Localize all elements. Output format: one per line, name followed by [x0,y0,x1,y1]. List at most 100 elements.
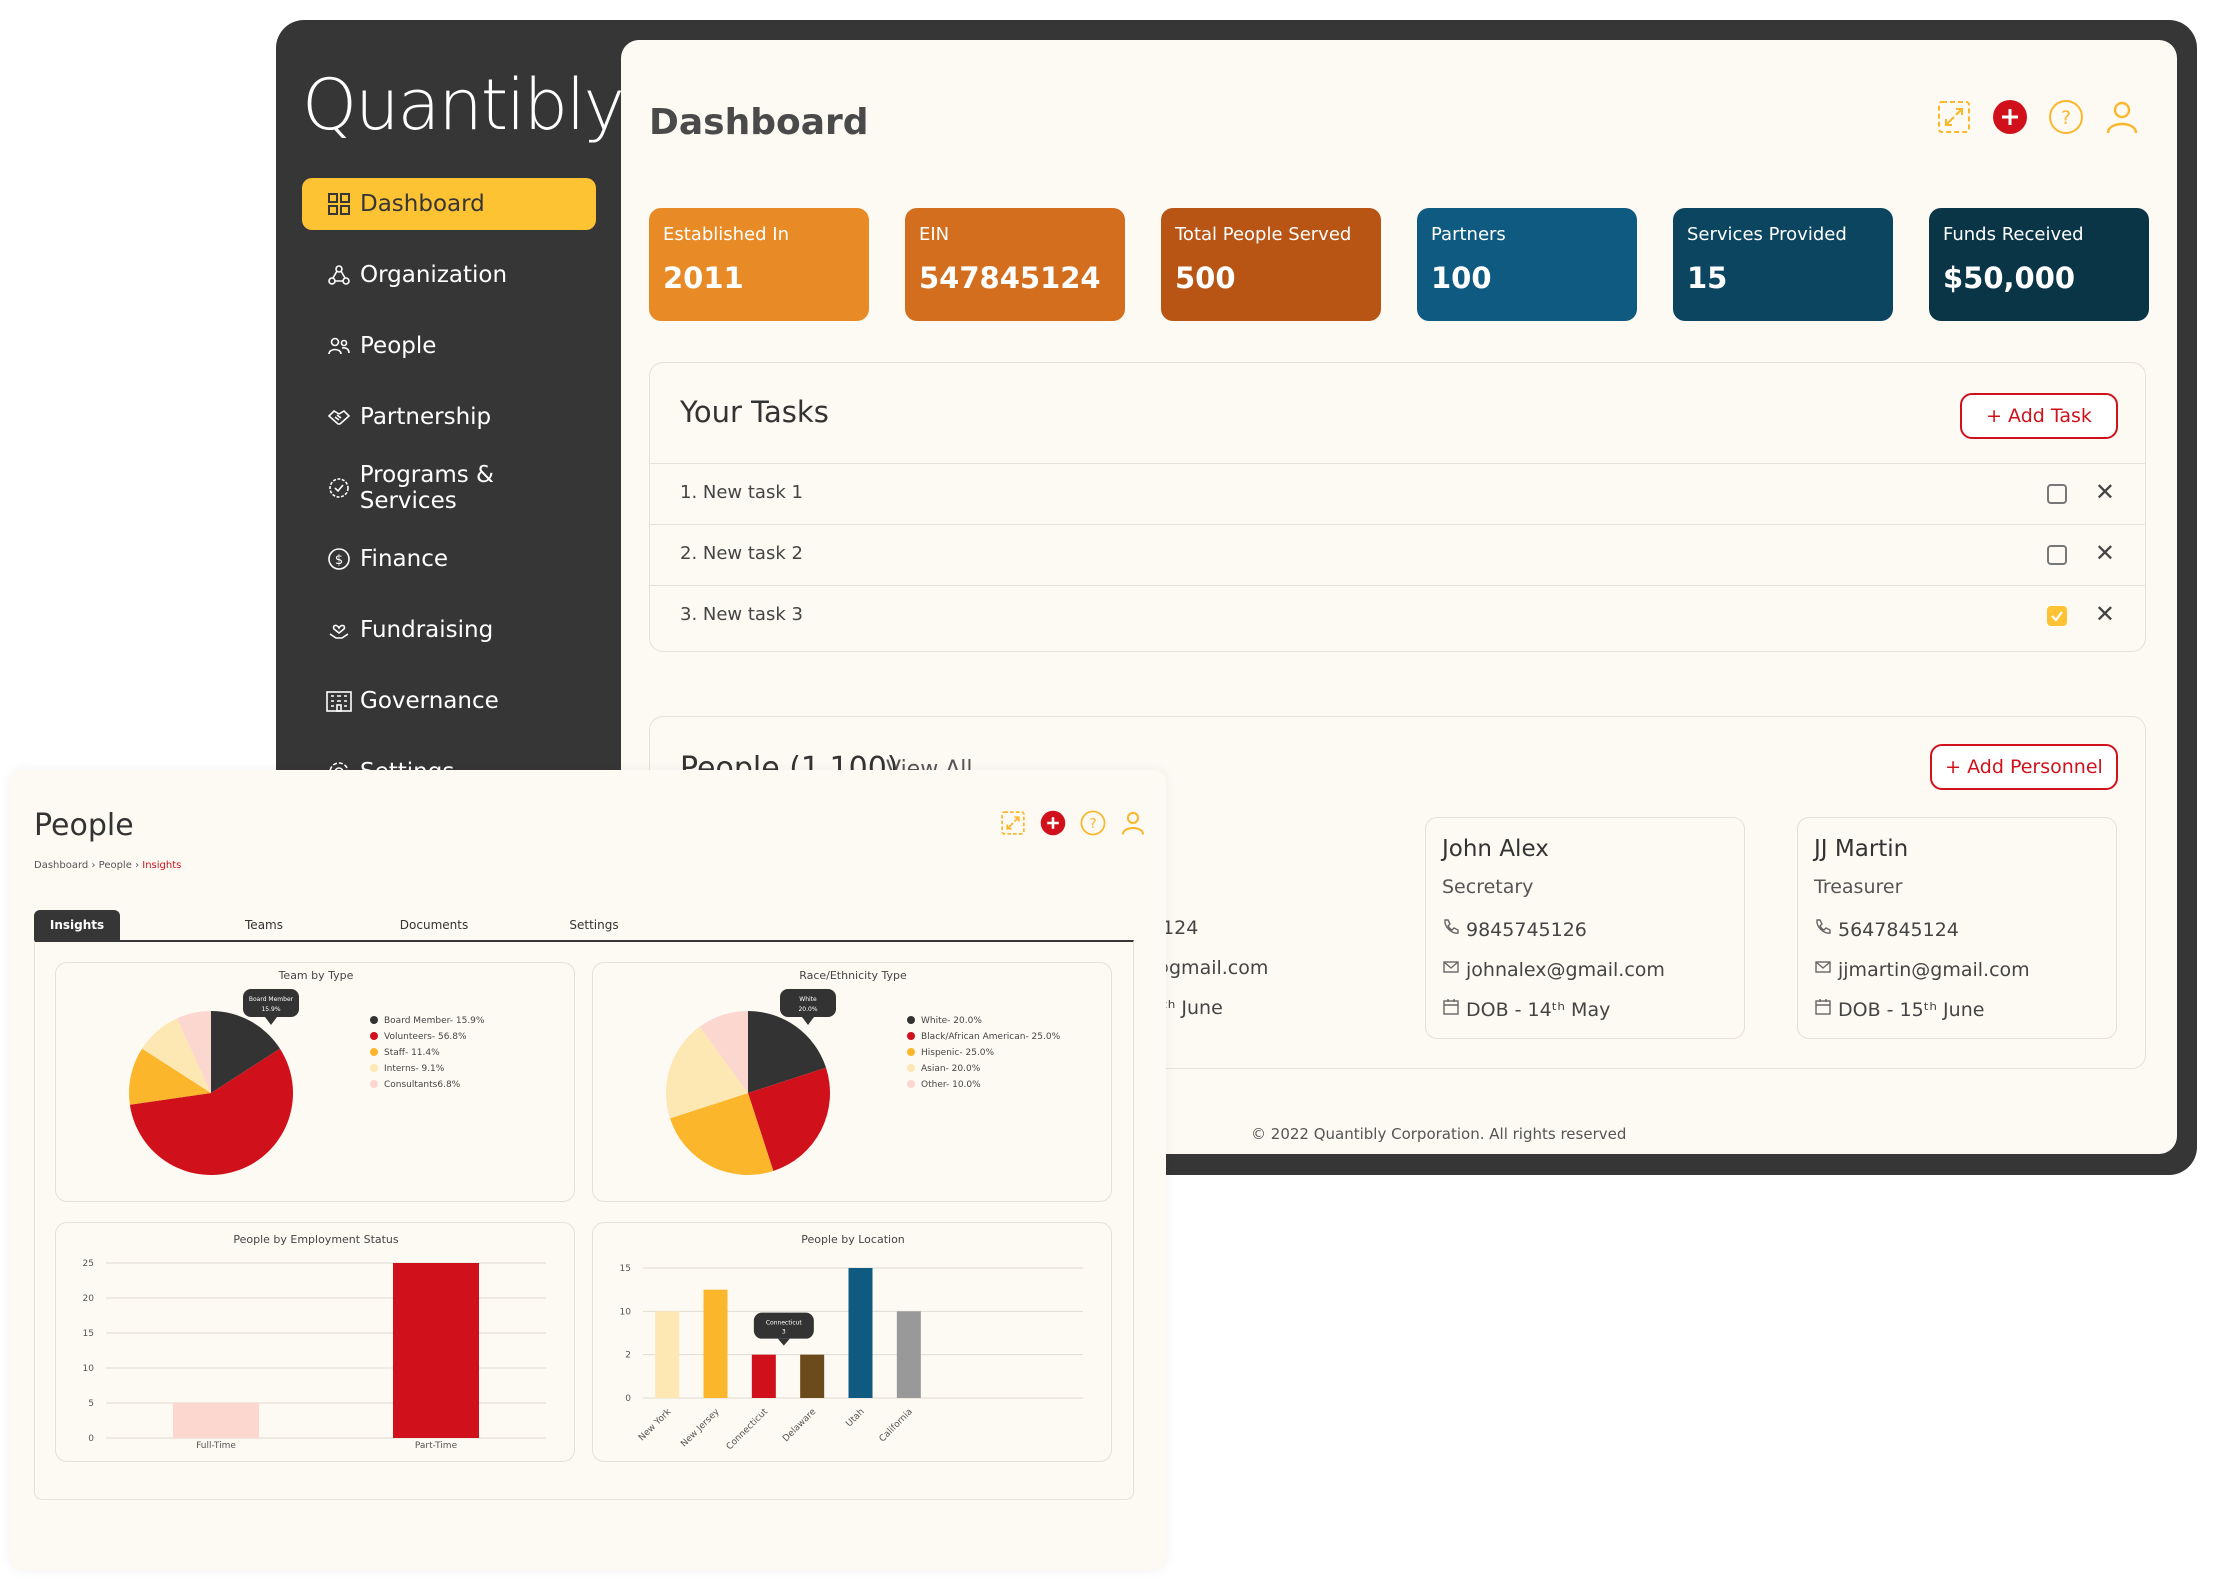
person-name: JJ Martin [1814,836,1909,862]
calendar-icon [1814,998,1832,1021]
tab-settings[interactable]: Settings [544,910,644,940]
stat-card-people-served[interactable]: Total People Served 500 [1161,208,1381,321]
add-icon[interactable] [1991,98,2029,136]
check-icon [2051,611,2063,622]
add-personnel-button[interactable]: + Add Personnel [1930,744,2118,790]
tab-insights[interactable]: Insights [34,910,120,940]
grid-icon [324,192,354,216]
task-row: 1. New task 1 ✕ [650,463,2145,524]
add-icon[interactable] [1040,810,1066,840]
sidebar-item-label: Fundraising [360,617,494,643]
category-label: Connecticut [725,1407,771,1453]
sidebar-nav: Dashboard Organization People Partnershi… [302,178,596,817]
category-label: Utah [844,1407,866,1429]
tick-label: 15 [620,1264,631,1274]
task-text: 2. New task 2 [680,543,803,564]
user-icon[interactable] [2103,98,2141,136]
tick-label: 25 [83,1259,94,1269]
breadcrumb: Dashboard › People › Insights [34,860,181,871]
breadcrumb-item[interactable]: Dashboard [34,860,88,871]
close-icon[interactable]: ✕ [2095,478,2115,506]
legend-swatch [907,1048,915,1056]
tab-bar: Insights Teams Documents Settings [34,910,1134,940]
sidebar-item-label: Finance [360,546,448,572]
sidebar-item-people[interactable]: People [302,320,596,372]
legend-swatch [370,1048,378,1056]
legend-entry: Consultants6.8% [384,1080,461,1090]
person-card[interactable]: John Alex Secretary 9845745126 johnalex@… [1425,817,1745,1039]
task-text: 1. New task 1 [680,482,803,503]
svg-text:?: ? [1089,816,1096,832]
task-checkbox[interactable] [2047,545,2067,565]
bar [896,1311,921,1398]
legend-swatch [907,1080,915,1088]
bar [800,1354,825,1398]
close-icon[interactable]: ✕ [2095,539,2115,567]
legend-entry: Board Member- 15.9% [384,1016,485,1026]
pie-chart: Team by Type Board Member 15.9% Board Membe… [129,969,485,1175]
person-card[interactable]: JJ Martin Treasurer 5647845124 jjmartin@… [1797,817,2117,1039]
app-logo: Quantibly [302,64,625,146]
tick-label: 5 [88,1399,94,1409]
sidebar-item-dashboard[interactable]: Dashboard [302,178,596,230]
stat-card-partners[interactable]: Partners 100 [1417,208,1637,321]
person-name: John Alex [1442,836,1549,862]
dollar-icon: $ [324,547,354,571]
add-task-button[interactable]: + Add Task [1960,393,2118,439]
task-checkbox[interactable] [2047,484,2067,504]
category-label: California [878,1407,915,1444]
category-label: Part-Time [415,1441,458,1451]
sidebar-item-finance[interactable]: $ Finance [302,533,596,585]
person-phone: 5647845124 [1838,918,1959,941]
person-dob: DOB - 15ᵗʰ June [1838,998,1985,1021]
hand-heart-icon [324,618,354,642]
bar-chart: People by Employment Status 0 5 10 15 20 25 Ful… [83,1233,546,1451]
sidebar-item-organization[interactable]: Organization [302,249,596,301]
person-email: johnalex@gmail.com [1466,958,1665,981]
tick-label: 10 [620,1307,632,1317]
sidebar-item-label: Programs & Services [359,462,494,514]
person-email: @gmail.com [1150,957,1269,979]
chevron-right-icon: › [91,860,99,871]
stat-card-ein[interactable]: EIN 547845124 [905,208,1125,321]
mail-icon [1814,958,1832,981]
legend-swatch [370,1032,378,1040]
expand-icon[interactable] [1000,810,1026,840]
legend-entry: Black/African American- 25.0% [921,1032,1061,1042]
task-checkbox-checked[interactable] [2047,606,2067,626]
help-icon[interactable]: ? [1080,810,1106,840]
building-icon [324,689,354,713]
sidebar-item-label: Dashboard [360,191,485,217]
bar [848,1268,873,1398]
sidebar-item-governance[interactable]: Governance [302,675,596,727]
sidebar-item-label: Organization [360,262,508,288]
sidebar-item-label: People [360,333,437,359]
close-icon[interactable]: ✕ [2095,600,2115,628]
legend-swatch [907,1016,915,1024]
phone-icon [1442,918,1460,941]
handshake-icon [324,405,354,429]
stat-card-established[interactable]: Established In 2011 [649,208,869,321]
person-role: Treasurer [1814,876,1903,898]
tooltip-pointer [802,1017,814,1025]
sidebar-item-programs-services[interactable]: Programs & Services [302,462,596,514]
stat-card-services[interactable]: Services Provided 15 [1673,208,1893,321]
tooltip-value: 15.9% [261,1006,280,1013]
expand-icon[interactable] [1935,98,1973,136]
tooltip-value: 20.0% [798,1006,817,1013]
tab-teams[interactable]: Teams [214,910,314,940]
badge-check-icon [324,476,354,500]
breadcrumb-item[interactable]: People [99,860,132,871]
stat-card-funds[interactable]: Funds Received $50,000 [1929,208,2149,321]
sidebar-item-fundraising[interactable]: Fundraising [302,604,596,656]
breadcrumb-current: Insights [142,860,182,871]
sidebar-item-partnership[interactable]: Partnership [302,391,596,443]
help-icon[interactable]: ? [2047,98,2085,136]
legend-entry: White- 20.0% [921,1016,982,1026]
sidebar-item-label: Partnership [360,404,492,430]
person-email: jjmartin@gmail.com [1838,958,2030,981]
tab-documents[interactable]: Documents [374,910,494,940]
tick-label: 20 [83,1294,95,1304]
user-icon[interactable] [1120,810,1146,840]
calendar-icon [1442,998,1460,1021]
